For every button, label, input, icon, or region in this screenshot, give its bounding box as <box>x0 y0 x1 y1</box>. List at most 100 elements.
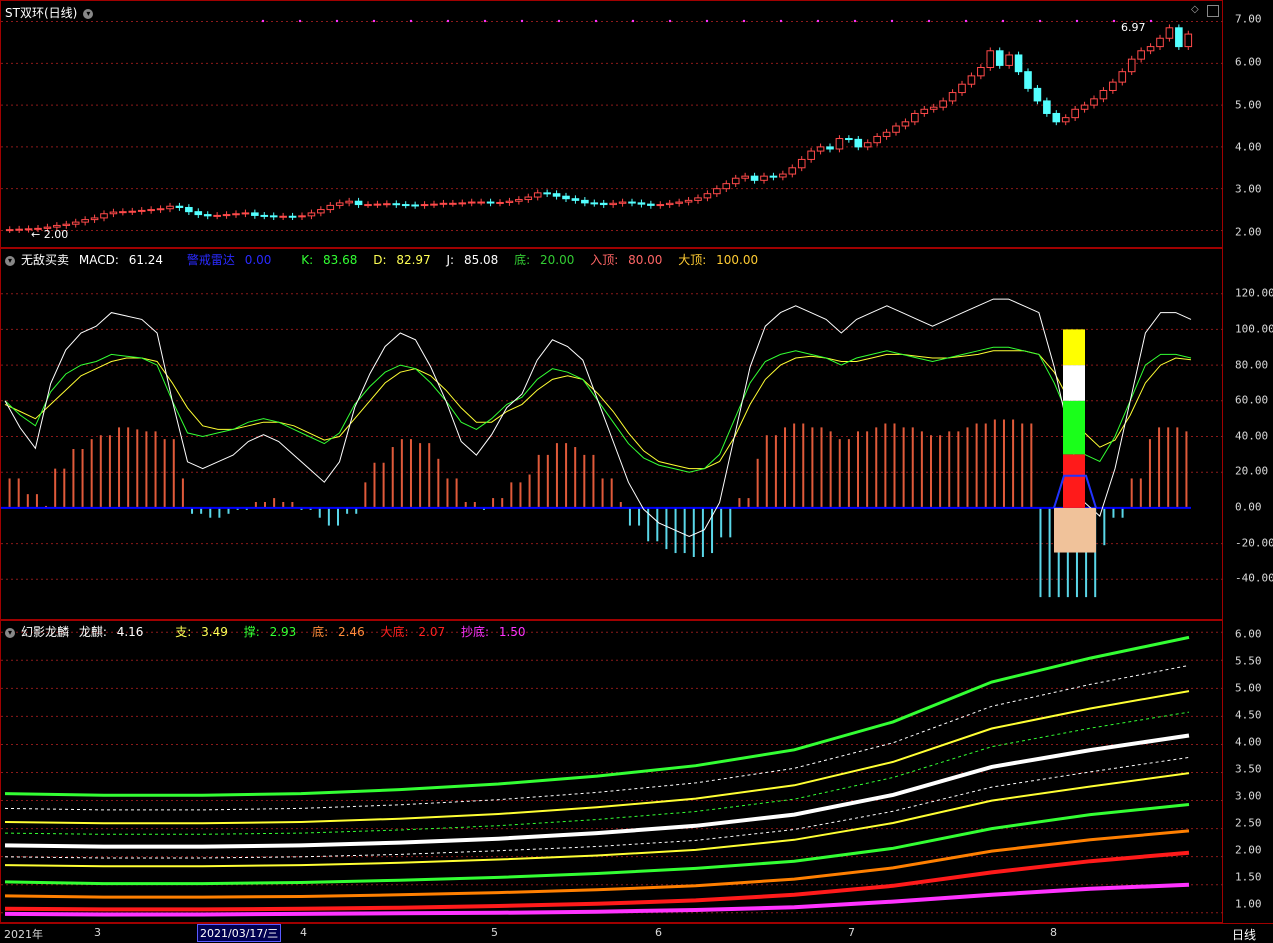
diamond-icon[interactable]: ◇ <box>1191 4 1199 15</box>
support-readout: 支: 3.49 <box>175 625 234 639</box>
candle-body <box>694 197 702 201</box>
axis-tick: 3.00 <box>1235 182 1262 196</box>
chevron-down-icon[interactable]: ▾ <box>5 255 15 266</box>
candle-body <box>760 175 768 181</box>
indicator-pane-macd[interactable]: ▾ 无敌买卖 MACD: 61.24 警戒雷达 0.00 K: 83.68 D: … <box>0 248 1224 621</box>
candle-body <box>807 150 815 160</box>
dragon-value: 4.16 <box>116 625 144 639</box>
signal-dot <box>853 19 857 23</box>
bigbottom-label: 大底: <box>380 625 409 639</box>
candle-body <box>929 106 938 110</box>
signal-block <box>1054 507 1096 553</box>
axis-tick: 2.00 <box>1235 225 1262 239</box>
candle-body <box>5 229 14 232</box>
candle-body <box>552 193 561 197</box>
candle-body <box>901 121 910 127</box>
candle-body <box>873 135 881 144</box>
support-value: 3.49 <box>201 625 228 639</box>
j-readout: J: 85.08 <box>447 253 505 267</box>
dragon-bands-chart[interactable] <box>1 621 1224 924</box>
scroll-toggle-icon[interactable] <box>1207 5 1219 17</box>
candle-body <box>496 201 504 204</box>
macd-kdj-chart[interactable] <box>1 249 1224 621</box>
candle-body <box>15 228 23 231</box>
bigbottom-readout: 大底: 2.07 <box>381 625 452 639</box>
candle-body <box>279 215 287 218</box>
chevron-down-icon[interactable]: ▾ <box>5 627 15 638</box>
candle-body <box>1109 81 1117 91</box>
signal-dot <box>261 19 265 23</box>
axis-tick: 40.00 <box>1235 429 1269 443</box>
candle-body <box>562 195 570 200</box>
bigtop-value: 100.00 <box>716 253 759 267</box>
d-label: D: <box>373 253 387 267</box>
axis-tick: 100.00 <box>1235 322 1273 336</box>
axis-tick: 0.00 <box>1235 500 1262 514</box>
axis-tick: 1.00 <box>1235 897 1262 911</box>
signal-dot <box>298 19 302 23</box>
month-label: 5 <box>491 926 498 939</box>
signal-block <box>1063 400 1085 455</box>
candle-body <box>383 203 391 206</box>
signal-block <box>1063 365 1085 401</box>
period-button[interactable]: 日线 <box>1232 926 1256 943</box>
dragon-line <box>4 733 1190 849</box>
low-price-value: 2.00 <box>43 228 69 241</box>
candle-body <box>345 200 353 204</box>
time-axis[interactable]: 2021年 3 2021/03/17/三 4 5 6 7 8 日线 <box>0 923 1273 943</box>
signal-dot <box>1075 19 1079 23</box>
candle-body <box>119 211 127 214</box>
high-price-label: 6.97 <box>1121 21 1146 34</box>
k-readout: K: 83.68 <box>301 253 363 267</box>
candle-body <box>599 202 608 206</box>
cursor-date: 2021/03/17/三 <box>197 924 282 942</box>
candle-body <box>665 202 674 206</box>
candle-body <box>298 215 306 218</box>
axis-tick: 3.50 <box>1235 762 1262 776</box>
indicator-name: 幻影龙麟 <box>21 625 70 639</box>
j-label: J: <box>446 253 455 267</box>
candle-body <box>1184 33 1193 48</box>
candle-body <box>845 138 853 141</box>
j-value: 85.08 <box>463 253 499 267</box>
candle-body <box>137 209 146 212</box>
candle-body <box>203 214 212 217</box>
candle-body <box>1175 27 1183 48</box>
alert-readout: 警戒雷达 0.00 <box>187 253 278 267</box>
candle-body <box>939 100 947 108</box>
candle-body <box>458 202 467 205</box>
axis-tick: 1.50 <box>1235 870 1262 884</box>
candle-body <box>1024 71 1032 89</box>
signal-dot <box>742 19 746 23</box>
candle-body <box>335 202 344 206</box>
signal-dot <box>964 19 968 23</box>
signal-dot <box>705 19 709 23</box>
month-label: 6 <box>655 926 662 939</box>
price-chart[interactable] <box>1 1 1224 249</box>
axis-tick: 5.50 <box>1235 654 1262 668</box>
price-pane[interactable]: ST双环(日线) ▾ 6.97 ← 2.00 ◇ <box>0 0 1224 249</box>
macd-label: MACD: <box>78 253 119 267</box>
candle-body <box>505 200 514 203</box>
dragon-label: 龙麒: <box>78 625 107 639</box>
candle-body <box>109 211 118 215</box>
hold-readout: 撑: 2.93 <box>244 625 303 639</box>
candle-body <box>533 192 542 198</box>
candle-body <box>1146 46 1155 52</box>
candle-body <box>251 212 259 216</box>
candle-body <box>656 204 665 207</box>
top-label: 入顶: <box>590 253 619 267</box>
candle-body <box>967 75 976 85</box>
candle-body <box>1014 54 1023 73</box>
candle-body <box>317 209 325 214</box>
candle-body <box>675 201 683 204</box>
candle-body <box>769 175 778 178</box>
candle-body <box>401 204 410 207</box>
axis-tick: 5.00 <box>1235 98 1262 112</box>
chevron-down-icon[interactable]: ▾ <box>83 8 94 19</box>
candle-body <box>430 203 438 206</box>
candle-body <box>81 219 89 223</box>
candle-body <box>1061 117 1070 123</box>
indicator-pane-dragon[interactable]: ▾ 幻影龙麟 龙麒: 4.16 支: 3.49 撑: 2.93 底: 2.46 大… <box>0 620 1224 924</box>
bigbottom-value: 2.07 <box>418 625 446 639</box>
